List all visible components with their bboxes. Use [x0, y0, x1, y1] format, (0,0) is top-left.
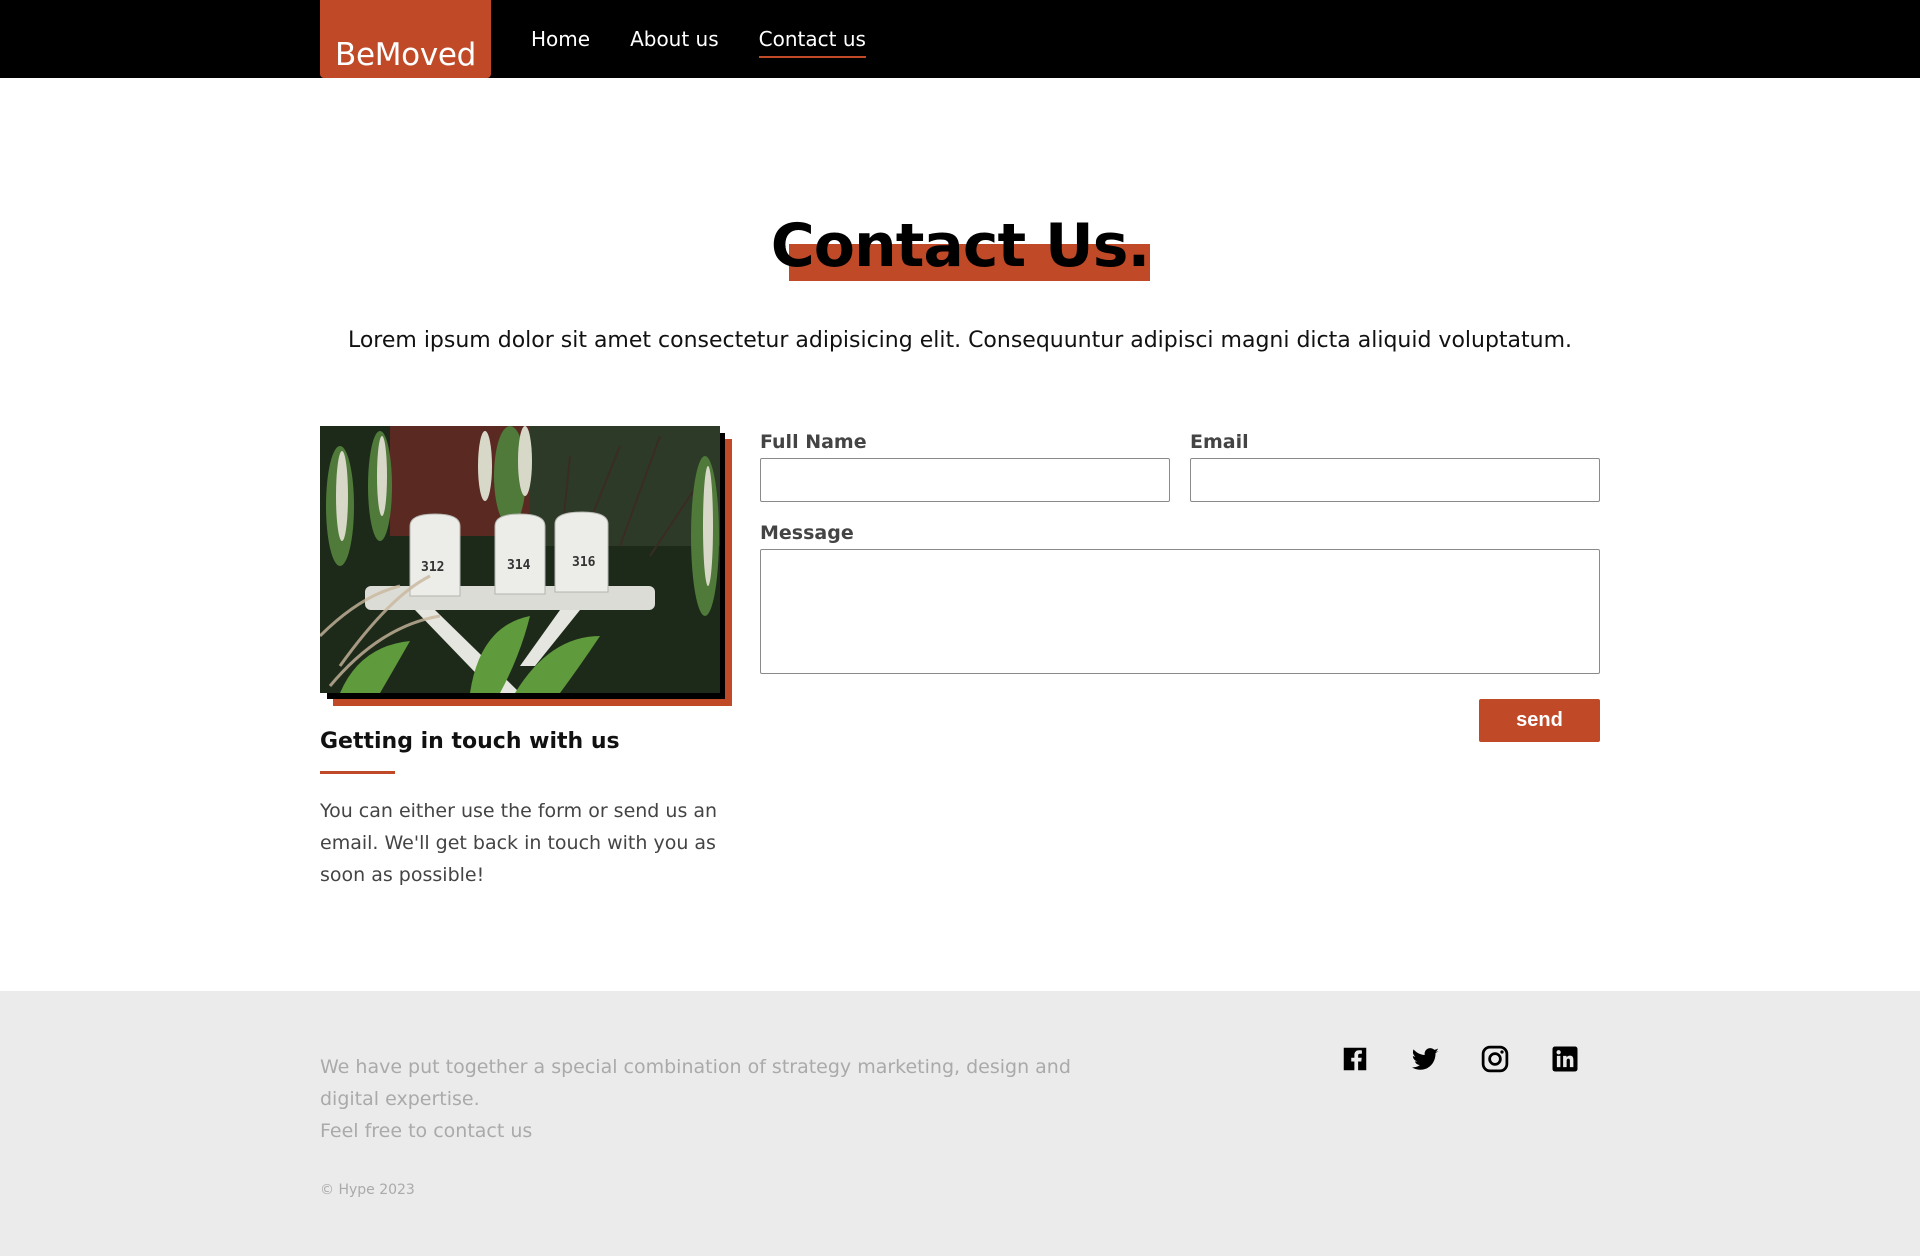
- linkedin-icon[interactable]: [1550, 1044, 1580, 1074]
- facebook-icon[interactable]: [1340, 1044, 1370, 1074]
- copyright: © Hype 2023: [320, 1182, 415, 1198]
- main-nav: Home About us Contact us: [531, 24, 867, 58]
- brand-logo[interactable]: BeMoved: [320, 0, 491, 78]
- mailbox-photo-frame: 312 314 316: [320, 426, 732, 706]
- page-title-text: Contact Us.: [770, 211, 1151, 281]
- twitter-icon[interactable]: [1410, 1044, 1440, 1074]
- footer-description: We have put together a special combinati…: [320, 1051, 1120, 1147]
- message-label: Message: [760, 522, 854, 544]
- full-name-label: Full Name: [760, 431, 867, 453]
- hero-title-wrap: Contact Us.: [0, 210, 1920, 282]
- nav-about-us[interactable]: About us: [630, 24, 719, 54]
- footer-line-1: We have put together a special combinati…: [320, 1056, 1071, 1110]
- email-label: Email: [1190, 431, 1249, 453]
- side-heading-underline: [320, 771, 395, 774]
- full-name-input[interactable]: [760, 458, 1170, 502]
- nav-contact-us[interactable]: Contact us: [758, 24, 867, 58]
- side-description: You can either use the form or send us a…: [320, 800, 718, 886]
- nav-home[interactable]: Home: [531, 24, 590, 54]
- footer-line-2: Feel free to contact us: [320, 1120, 533, 1142]
- page-title: Contact Us.: [771, 210, 1150, 282]
- mailbox-number-314: 314: [507, 558, 531, 573]
- instagram-icon[interactable]: [1480, 1044, 1510, 1074]
- mailbox-number-312: 312: [421, 560, 444, 575]
- side-heading: Getting in touch with us: [320, 729, 620, 754]
- send-button[interactable]: send: [1479, 699, 1600, 742]
- mailbox-number-316: 316: [572, 555, 596, 570]
- message-textarea[interactable]: [760, 549, 1600, 674]
- email-input[interactable]: [1190, 458, 1600, 502]
- page-subtitle: Lorem ipsum dolor sit amet consectetur a…: [347, 328, 1573, 353]
- top-navbar: BeMoved Home About us Contact us: [0, 0, 1920, 78]
- mailbox-photo: 312 314 316: [320, 426, 720, 693]
